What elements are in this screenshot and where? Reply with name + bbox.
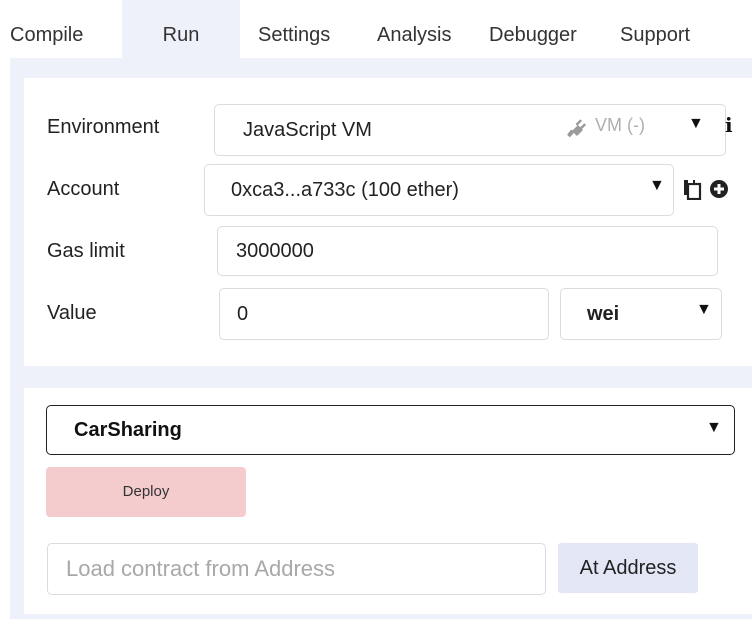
info-icon[interactable]: i — [725, 113, 733, 137]
account-label: Account — [47, 178, 120, 200]
plus-circle-icon[interactable] — [709, 179, 729, 199]
load-address-placeholder: Load contract from Address — [66, 556, 336, 581]
environment-label: Environment — [47, 116, 160, 138]
contract-dropdown-arrow[interactable]: ▼ — [706, 419, 722, 437]
gas-limit-value: 3000000 — [236, 240, 314, 262]
tab-support[interactable]: Support — [620, 0, 720, 66]
account-dropdown-arrow[interactable]: ▼ — [649, 177, 665, 195]
gas-limit-input[interactable]: 3000000 — [217, 226, 718, 276]
value-label: Value — [47, 302, 97, 324]
tab-compile[interactable]: Compile — [10, 0, 118, 66]
environment-tag: VM (-) — [595, 115, 645, 135]
load-address-input[interactable]: Load contract from Address — [47, 543, 546, 595]
tab-analysis[interactable]: Analysis — [377, 0, 481, 66]
value-amount: 0 — [237, 303, 249, 325]
contract-select[interactable]: CarSharing — [46, 405, 735, 455]
environment-value: JavaScript VM — [243, 119, 372, 141]
value-input[interactable]: 0 — [219, 288, 549, 340]
value-unit: wei — [587, 303, 620, 325]
plug-icon — [567, 119, 586, 137]
contract-name: CarSharing — [74, 419, 182, 441]
tab-run[interactable]: Run — [122, 0, 240, 66]
tab-debugger[interactable]: Debugger — [489, 0, 609, 66]
copy-icon[interactable] — [682, 178, 702, 200]
gas-limit-label: Gas limit — [47, 240, 125, 262]
environment-select[interactable]: JavaScript VM — [214, 104, 726, 156]
tab-bar: Compile Run Settings Analysis Debugger S… — [0, 0, 752, 66]
unit-dropdown-arrow[interactable]: ▼ — [696, 301, 712, 319]
deploy-button[interactable]: Deploy — [46, 467, 246, 517]
environment-dropdown-arrow[interactable]: ▼ — [688, 115, 704, 133]
tab-settings[interactable]: Settings — [258, 0, 358, 66]
account-value: 0xca3...a733c (100 ether) — [231, 179, 459, 201]
at-address-button[interactable]: At Address — [558, 543, 698, 593]
account-select[interactable]: 0xca3...a733c (100 ether) — [204, 164, 674, 216]
